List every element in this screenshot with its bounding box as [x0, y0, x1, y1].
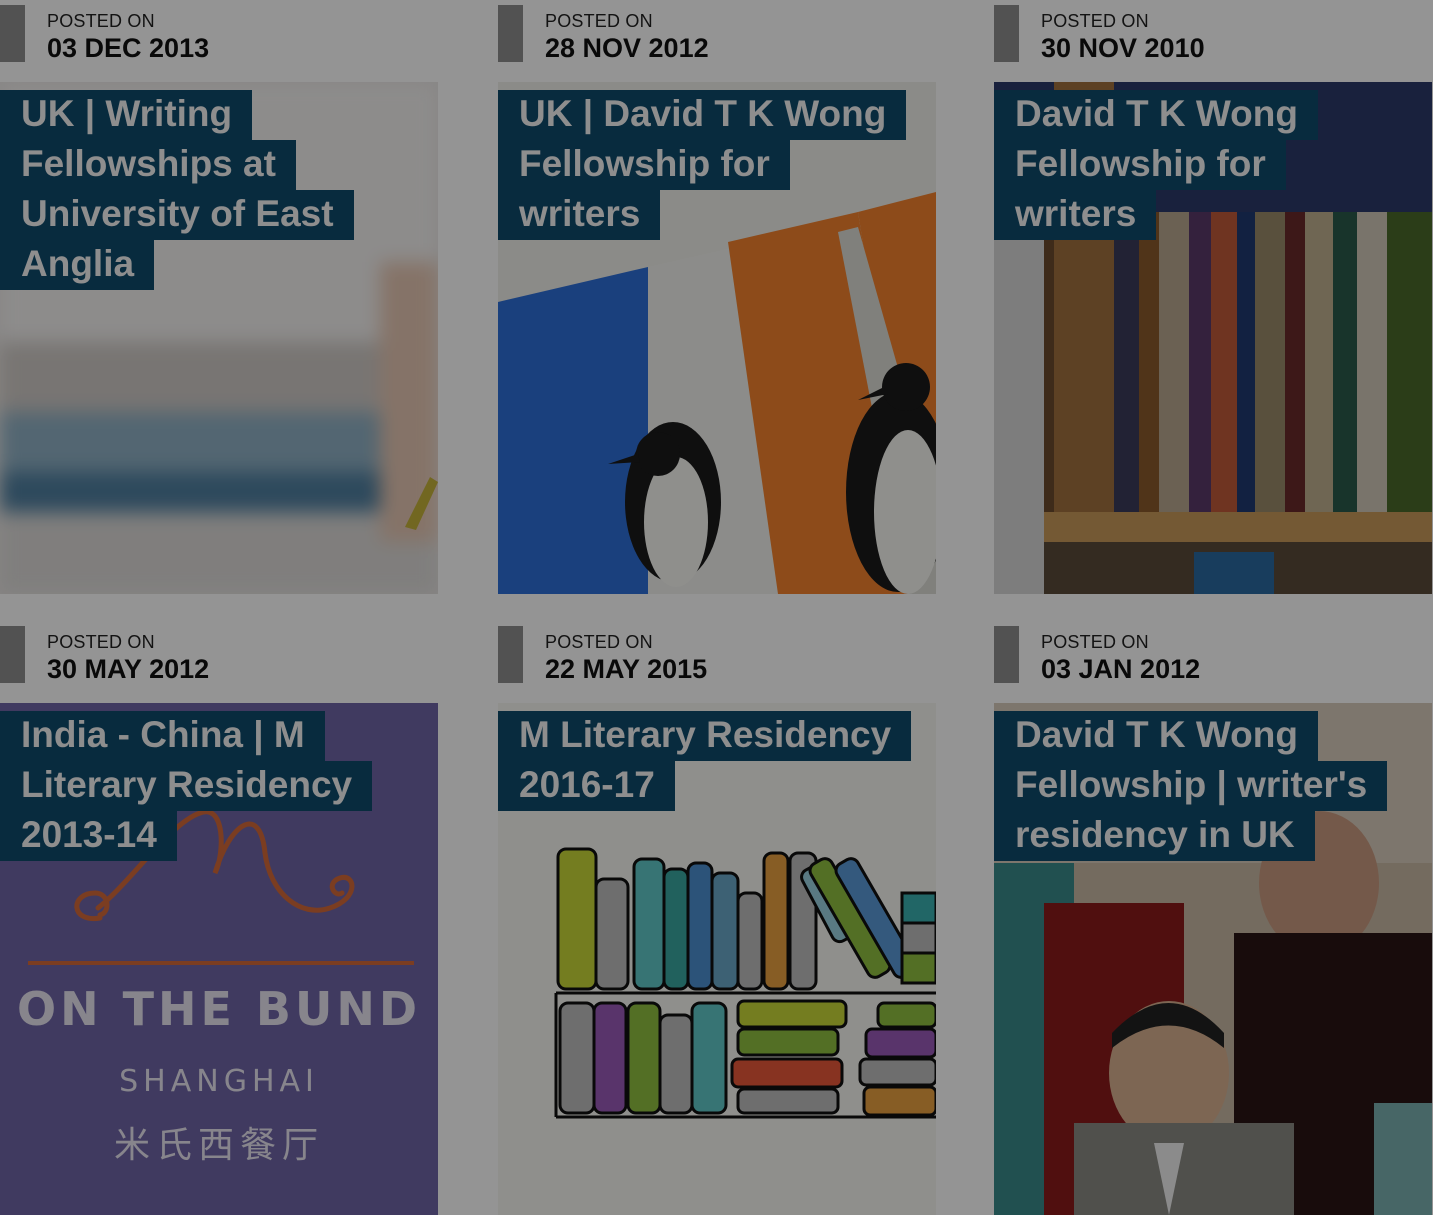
- post-thumbnail-link[interactable]: M Literary Residency 2016-17: [498, 703, 936, 1215]
- posted-on-label: POSTED ON: [1041, 11, 1149, 31]
- post-date: 28 NOV 2012: [545, 33, 709, 63]
- post-meta: POSTED ON 03 DEC 2013: [0, 0, 438, 82]
- post-date: 30 MAY 2012: [47, 654, 210, 684]
- logo-line1: ON THE BUND: [17, 982, 421, 1036]
- post-card: POSTED ON 30 MAY 2012 ON THE BUND SHANGH…: [0, 621, 438, 1215]
- logo-line3: 米氏西餐厅: [114, 1125, 324, 1166]
- post-card: POSTED ON 03 JAN 2012 David T K Wong Fel…: [994, 621, 1432, 1215]
- post-date: 03 DEC 2013: [47, 33, 210, 63]
- accent-bar: [498, 5, 523, 62]
- post-thumbnail-link[interactable]: David T K Wong Fellowship for writers: [994, 82, 1432, 594]
- post-title[interactable]: David T K Wong Fellowship for writers: [994, 89, 1414, 240]
- post-title[interactable]: UK | Writing Fellowships at University o…: [0, 89, 420, 290]
- post-date: 22 MAY 2015: [545, 654, 708, 684]
- post-thumbnail-link[interactable]: David T K Wong Fellowship | writer's res…: [994, 703, 1432, 1215]
- accent-bar: [994, 5, 1019, 62]
- post-title[interactable]: India - China | M Literary Residency 201…: [0, 710, 420, 861]
- accent-bar: [0, 5, 25, 62]
- post-title[interactable]: UK | David T K Wong Fellowship for write…: [498, 89, 918, 240]
- post-meta: POSTED ON 28 NOV 2012: [498, 0, 936, 82]
- post-meta: POSTED ON 22 MAY 2015: [498, 621, 936, 703]
- posted-on-label: POSTED ON: [545, 632, 653, 652]
- accent-bar: [498, 626, 523, 683]
- post-title[interactable]: M Literary Residency 2016-17: [498, 710, 918, 811]
- post-thumbnail-link[interactable]: UK | David T K Wong Fellowship for write…: [498, 82, 936, 594]
- post-thumbnail-link[interactable]: UK | Writing Fellowships at University o…: [0, 82, 438, 594]
- posted-on-label: POSTED ON: [47, 11, 155, 31]
- post-meta: POSTED ON 30 NOV 2010: [994, 0, 1432, 82]
- post-grid: POSTED ON 03 DEC 2013 UK | Writing Fello…: [0, 0, 1433, 1215]
- post-date: 30 NOV 2010: [1041, 33, 1205, 63]
- accent-bar: [0, 626, 25, 683]
- posted-on-label: POSTED ON: [1041, 632, 1149, 652]
- post-meta: POSTED ON 03 JAN 2012: [994, 621, 1432, 703]
- post-date: 03 JAN 2012: [1041, 654, 1201, 684]
- posted-on-label: POSTED ON: [545, 11, 653, 31]
- post-title[interactable]: David T K Wong Fellowship | writer's res…: [994, 710, 1414, 861]
- post-card: POSTED ON 22 MAY 2015 M Literary Residen…: [498, 621, 936, 1215]
- post-card: POSTED ON 03 DEC 2013 UK | Writing Fello…: [0, 0, 438, 594]
- accent-bar: [994, 626, 1019, 683]
- logo-line2: SHANGHAI: [119, 1064, 319, 1099]
- posted-on-label: POSTED ON: [47, 632, 155, 652]
- post-card: POSTED ON 28 NOV 2012 UK | David T K Won…: [498, 0, 936, 594]
- post-meta: POSTED ON 30 MAY 2012: [0, 621, 438, 703]
- post-card: POSTED ON 30 NOV 2010 David T K Wong Fel…: [994, 0, 1432, 594]
- post-thumbnail-link[interactable]: ON THE BUND SHANGHAI 米氏西餐厅 India - China…: [0, 703, 438, 1215]
